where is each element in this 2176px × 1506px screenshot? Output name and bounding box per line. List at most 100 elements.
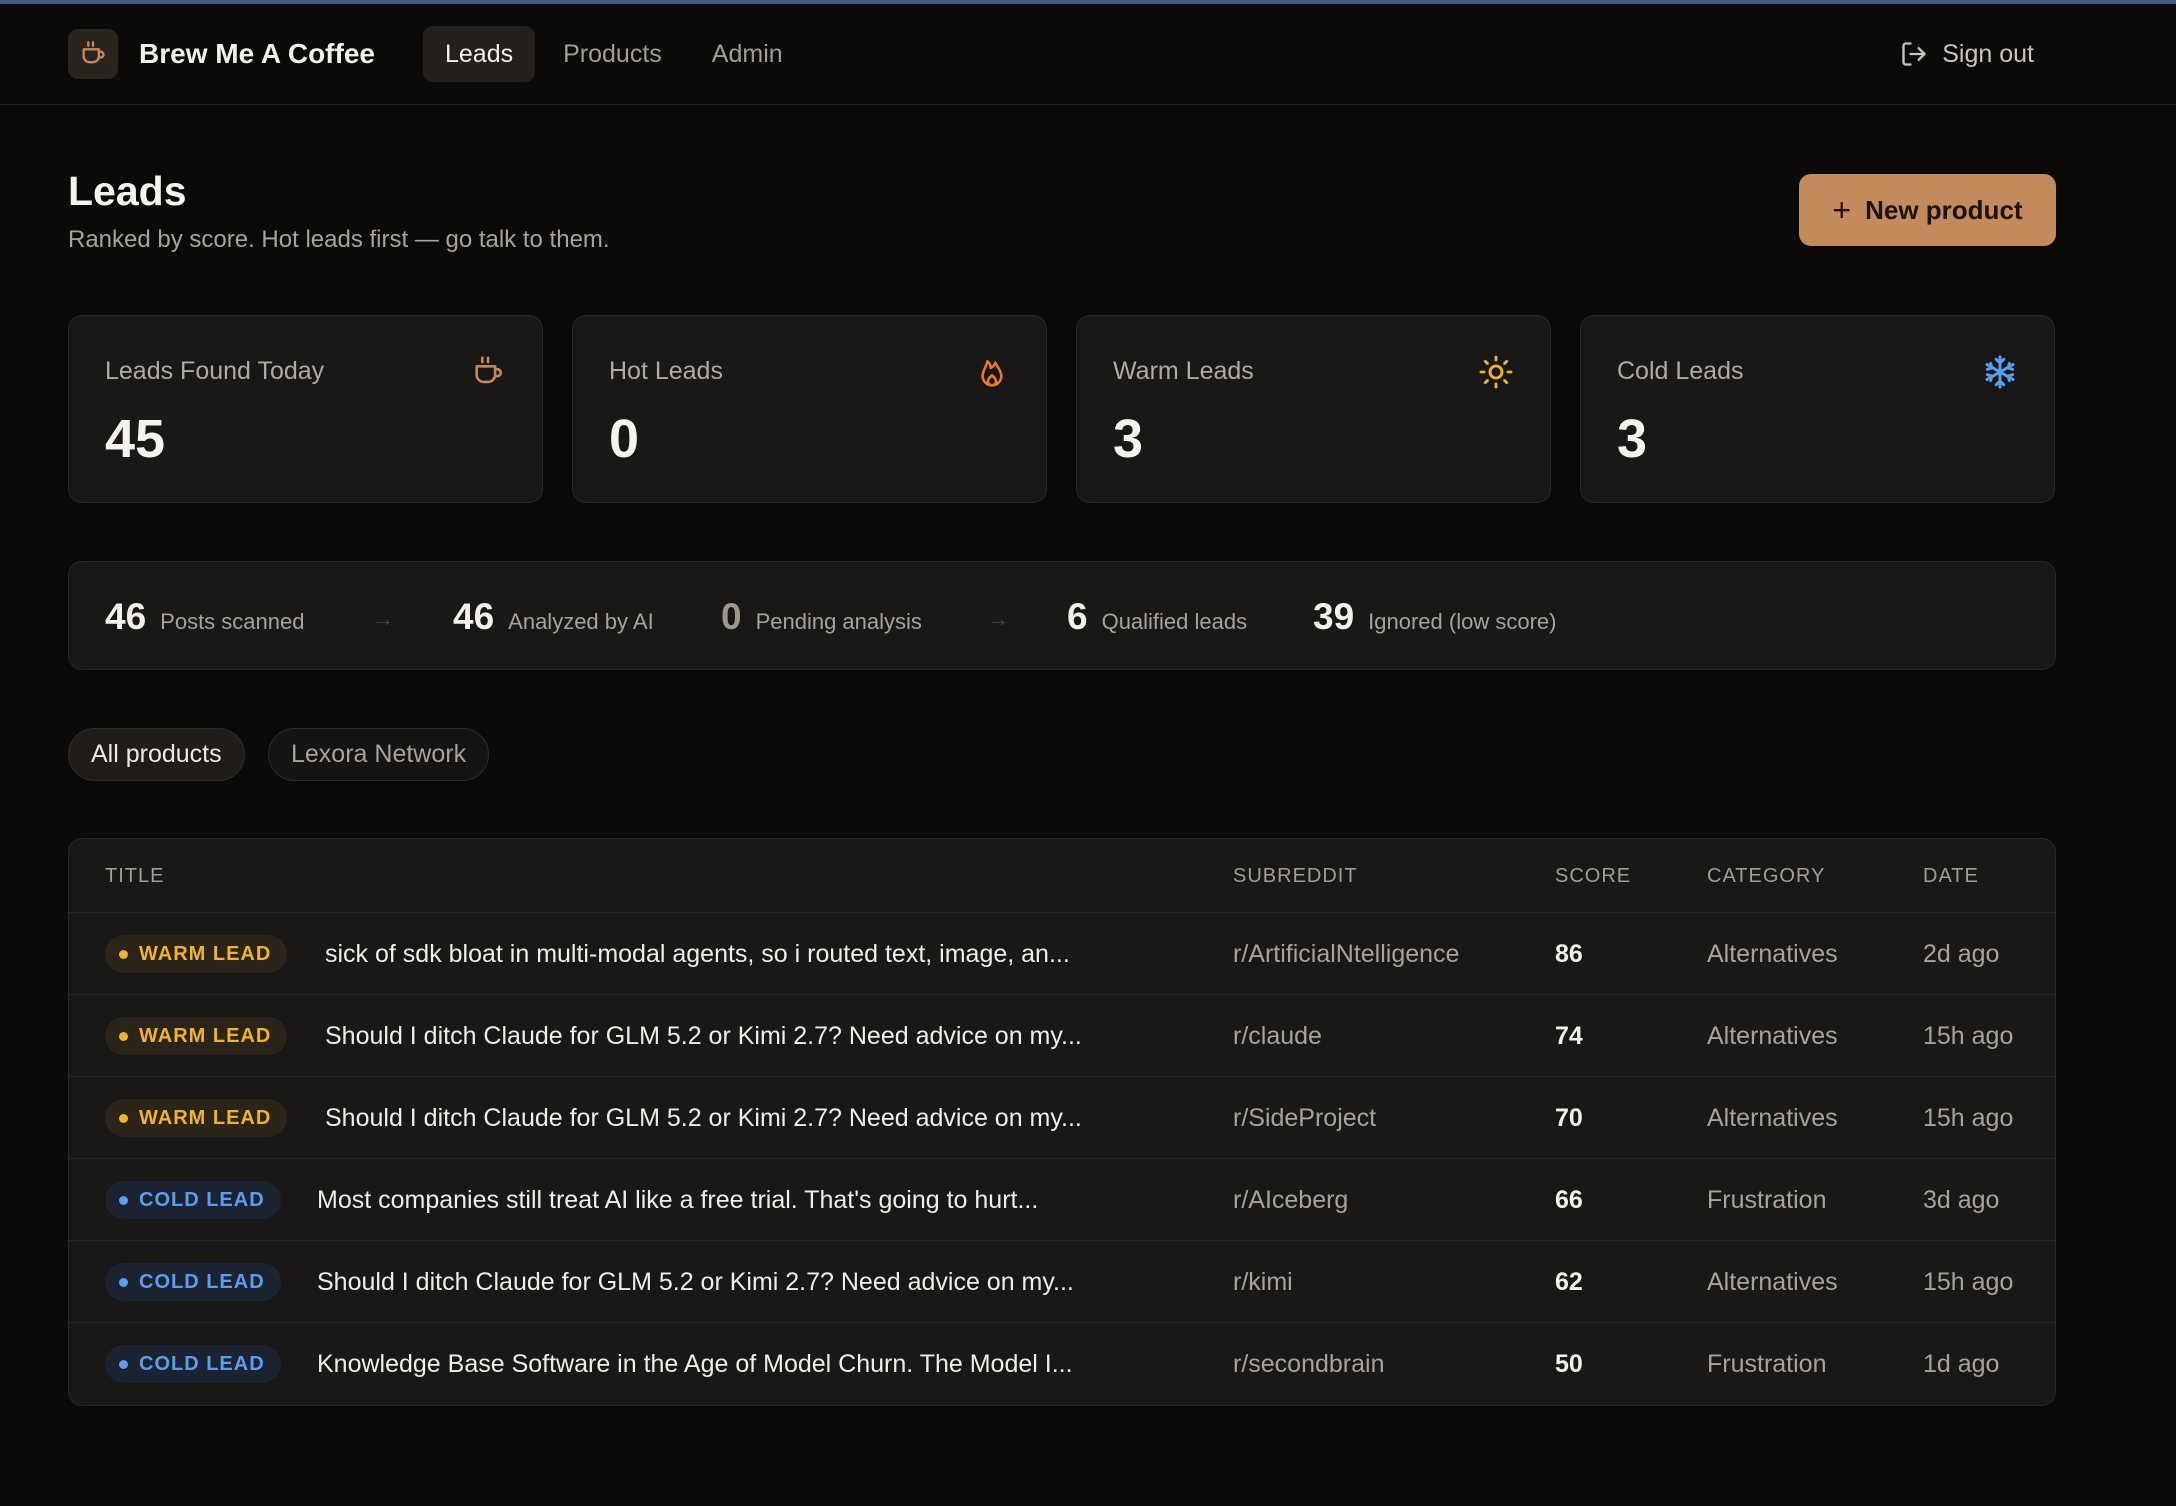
pipeline-label: Analyzed by AI (508, 609, 654, 634)
stat-value: 3 (1113, 409, 1144, 469)
top-navbar: Brew Me A Coffee Leads Products Admin Si… (0, 4, 2176, 105)
page-subtitle: Ranked by score. Hot leads first — go ta… (68, 226, 610, 253)
brand[interactable]: Brew Me A Coffee (68, 29, 375, 79)
score-cell: 66 (1555, 1186, 1583, 1214)
category-cell: Frustration (1707, 1350, 1827, 1378)
pipeline-ignored: 39 Ignored (low score) (1313, 596, 1556, 638)
stat-value: 45 (105, 409, 166, 469)
sign-out-button[interactable]: Sign out (1900, 34, 2034, 74)
pipeline-value: 0 (721, 596, 742, 637)
column-header-score[interactable]: SCORE (1555, 865, 1631, 888)
category-cell: Alternatives (1707, 940, 1838, 968)
table-row[interactable]: COLD LEAD Knowledge Base Software in the… (69, 1323, 2055, 1405)
app-name: Brew Me A Coffee (139, 38, 375, 69)
sign-out-label: Sign out (1942, 39, 2034, 68)
status-dot (119, 1031, 128, 1041)
stat-card-cold-leads: Cold Leads 3 (1580, 315, 2055, 503)
stat-card-hot-leads: Hot Leads 0 (572, 315, 1047, 503)
stat-value: 3 (1617, 409, 1648, 469)
category-cell: Alternatives (1707, 1022, 1838, 1050)
pipeline-label: Qualified leads (1101, 609, 1248, 634)
pipeline-pending: 0 Pending analysis (721, 596, 922, 638)
pipeline-label: Ignored (low score) (1368, 609, 1557, 634)
lead-status-badge: WARM LEAD (105, 1099, 288, 1137)
lead-title-link[interactable]: Should I ditch Claude for GLM 5.2 or Kim… (325, 1104, 1082, 1133)
arrow-right-icon: → (987, 606, 1009, 631)
badge-label: WARM LEAD (139, 1024, 272, 1047)
new-product-button[interactable]: + New product (1799, 174, 2056, 246)
lead-status-badge: WARM LEAD (105, 935, 288, 973)
subreddit-cell: r/kimi (1233, 1268, 1293, 1296)
column-header-title[interactable]: TITLE (105, 865, 164, 888)
status-dot (119, 1277, 128, 1287)
new-product-label: New product (1865, 194, 2023, 225)
date-cell: 15h ago (1923, 1022, 2014, 1050)
lead-status-badge: COLD LEAD (105, 1263, 281, 1301)
lead-title-link[interactable]: sick of sdk bloat in multi-modal agents,… (325, 940, 1070, 969)
score-cell: 74 (1555, 1022, 1583, 1050)
category-cell: Alternatives (1707, 1268, 1838, 1296)
plus-icon: + (1832, 192, 1852, 228)
badge-label: WARM LEAD (139, 942, 272, 965)
main-nav-tabs: Leads Products Admin (423, 26, 811, 82)
table-row[interactable]: WARM LEAD Should I ditch Claude for GLM … (69, 995, 2055, 1077)
subreddit-cell: r/AIceberg (1233, 1186, 1349, 1214)
filter-lexora-network[interactable]: Lexora Network (268, 728, 490, 781)
sun-icon (1478, 354, 1514, 390)
snowflake-icon (1982, 354, 2018, 390)
table-header: TITLE SUBREDDIT SCORE CATEGORY DATE (69, 839, 2055, 913)
pipeline-value: 39 (1313, 596, 1355, 637)
date-cell: 1d ago (1923, 1350, 2000, 1378)
pipeline-posts-scanned: 46 Posts scanned (105, 596, 304, 638)
filter-all-products[interactable]: All products (68, 728, 245, 781)
column-header-category[interactable]: CATEGORY (1707, 865, 1825, 888)
badge-label: WARM LEAD (139, 1106, 272, 1129)
table-row[interactable]: WARM LEAD Should I ditch Claude for GLM … (69, 1077, 2055, 1159)
pipeline-value: 6 (1067, 596, 1088, 637)
tab-products[interactable]: Products (541, 26, 684, 82)
flame-icon (974, 354, 1010, 390)
sign-out-icon (1902, 42, 1926, 66)
tab-admin[interactable]: Admin (690, 26, 805, 82)
score-cell: 70 (1555, 1104, 1583, 1132)
column-header-subreddit[interactable]: SUBREDDIT (1233, 865, 1358, 888)
subreddit-cell: r/claude (1233, 1022, 1322, 1050)
category-cell: Alternatives (1707, 1104, 1838, 1132)
page-title: Leads (68, 168, 187, 214)
pipeline-label: Pending analysis (755, 609, 922, 634)
lead-status-badge: COLD LEAD (105, 1345, 281, 1383)
table-row[interactable]: COLD LEAD Should I ditch Claude for GLM … (69, 1241, 2055, 1323)
stat-label: Hot Leads (609, 357, 723, 385)
subreddit-cell: r/ArtificialNtelligence (1233, 940, 1460, 968)
badge-label: COLD LEAD (139, 1270, 265, 1293)
stat-label: Leads Found Today (105, 357, 325, 385)
date-cell: 15h ago (1923, 1268, 2014, 1296)
category-cell: Frustration (1707, 1186, 1827, 1214)
column-header-date[interactable]: DATE (1923, 865, 1979, 888)
score-cell: 62 (1555, 1268, 1583, 1296)
table-row[interactable]: COLD LEAD Most companies still treat AI … (69, 1159, 2055, 1241)
stat-card-warm-leads: Warm Leads 3 (1076, 315, 1551, 503)
coffee-cup-icon (68, 29, 118, 79)
lead-title-link[interactable]: Knowledge Base Software in the Age of Mo… (317, 1350, 1073, 1379)
coffee-cup-icon (470, 354, 506, 390)
tab-leads[interactable]: Leads (423, 26, 536, 82)
subreddit-cell: r/secondbrain (1233, 1350, 1385, 1378)
table-row[interactable]: WARM LEAD sick of sdk bloat in multi-mod… (69, 913, 2055, 995)
badge-label: COLD LEAD (139, 1352, 265, 1375)
stat-label: Warm Leads (1113, 357, 1254, 385)
subreddit-cell: r/SideProject (1233, 1104, 1377, 1132)
lead-title-link[interactable]: Should I ditch Claude for GLM 5.2 or Kim… (325, 1022, 1082, 1051)
date-cell: 15h ago (1923, 1104, 2014, 1132)
badge-label: COLD LEAD (139, 1188, 265, 1211)
date-cell: 3d ago (1923, 1186, 2000, 1214)
date-cell: 2d ago (1923, 940, 2000, 968)
pipeline-label: Posts scanned (160, 609, 305, 634)
score-cell: 50 (1555, 1350, 1583, 1378)
lead-title-link[interactable]: Should I ditch Claude for GLM 5.2 or Kim… (317, 1268, 1074, 1297)
lead-title-link[interactable]: Most companies still treat AI like a fre… (317, 1186, 1038, 1215)
status-dot (119, 949, 128, 959)
lead-status-badge: COLD LEAD (105, 1181, 281, 1219)
stat-value: 0 (609, 409, 640, 469)
arrow-right-icon: → (372, 606, 394, 631)
